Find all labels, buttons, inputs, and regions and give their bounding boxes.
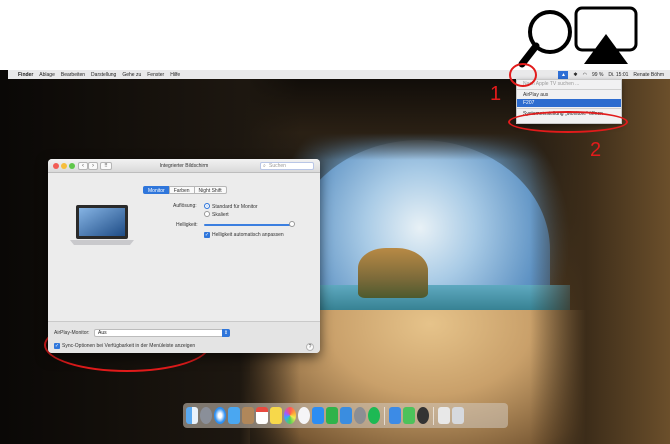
menu-bar-status: ▲ ✱ ◠ 99 % Di. 15:01 Renate Böhm [558, 70, 664, 79]
window-titlebar: ‹ › ⠿ Integrierter Bildschirm ⌕ Suchen [48, 159, 320, 173]
laptop-icon [70, 205, 134, 245]
auto-brightness-checkbox[interactable]: ✓ [204, 232, 210, 238]
sync-options-label[interactable]: Sync-Optionen bei Verfügbarkeit in der M… [62, 343, 195, 349]
menu-item-fenster[interactable]: Fenster [147, 72, 164, 78]
brightness-label: Helligkeit: [176, 222, 198, 228]
menu-separator [517, 108, 621, 109]
menu-item-darstellung[interactable]: Darstellung [91, 72, 116, 78]
tab-bar: Monitor Farben Night Shift [143, 186, 227, 194]
menu-item-gehe-zu[interactable]: Gehe zu [122, 72, 141, 78]
brightness-slider-track[interactable] [204, 224, 294, 226]
screenshot-stage: Finder Ablage Bearbeiten Darstellung Geh… [0, 0, 670, 444]
user-name[interactable]: Renate Böhm [633, 72, 664, 78]
wallpaper-rock [358, 248, 428, 298]
tab-farben[interactable]: Farben [168, 186, 195, 194]
facetime-icon[interactable] [403, 407, 415, 424]
trash-icon[interactable] [452, 407, 464, 424]
menu-item-ablage[interactable]: Ablage [39, 72, 55, 78]
chevron-updown-icon: ⇕ [222, 329, 230, 337]
help-button[interactable]: ? [306, 343, 314, 351]
resolution-scaled-label[interactable]: Skaliert [212, 212, 229, 218]
airplay-status-icon[interactable]: ▲ [558, 70, 569, 79]
music-icon[interactable] [298, 407, 310, 424]
resolution-default-label[interactable]: Standard für Monitor [212, 204, 258, 210]
brightness-slider-knob[interactable] [289, 221, 295, 227]
finder-icon[interactable] [186, 407, 198, 424]
sync-options-checkbox[interactable]: ✓ [54, 343, 60, 349]
airplay-menu-off-item[interactable]: AirPlay aus [517, 91, 621, 99]
airplay-monitor-value: Aus [98, 330, 107, 336]
battery-status[interactable]: 99 % [592, 72, 603, 78]
menu-item-bearbeiten[interactable]: Bearbeiten [61, 72, 85, 78]
app-store-icon[interactable] [312, 407, 324, 424]
search-input[interactable]: ⌕ Suchen [260, 162, 314, 170]
safari-icon[interactable] [214, 407, 226, 424]
menu-separator [517, 89, 621, 90]
spotify-icon[interactable] [368, 407, 380, 424]
dock [183, 403, 508, 428]
annotation-number-2: 2 [590, 139, 602, 161]
annotation-circle-2 [508, 111, 628, 133]
quicktime-icon[interactable] [417, 407, 429, 424]
displays-preferences-window: ‹ › ⠿ Integrierter Bildschirm ⌕ Suchen M… [48, 159, 320, 353]
photos-icon[interactable] [284, 407, 296, 424]
airplay-search-icon [518, 6, 638, 68]
airplay-monitor-label: AirPlay-Monitor: [54, 330, 90, 336]
dock-separator [433, 406, 434, 425]
airplay-monitor-select[interactable]: Aus ⇕ [94, 329, 230, 337]
tab-night-shift[interactable]: Night Shift [193, 186, 227, 194]
wifi-icon[interactable]: ◠ [583, 72, 587, 78]
airplay-menu-device-item[interactable]: F207 [517, 99, 621, 107]
clock[interactable]: Di. 15:01 [608, 72, 628, 78]
airplay-panel: AirPlay-Monitor: Aus ⇕ ✓ Sync-Optionen b… [48, 321, 320, 353]
resolution-scaled-radio[interactable] [204, 211, 210, 217]
numbers-icon[interactable] [326, 407, 338, 424]
auto-brightness-label[interactable]: Helligkeit automatisch anpassen [212, 232, 284, 238]
keynote-icon[interactable] [340, 407, 352, 424]
launchpad-icon[interactable] [200, 407, 212, 424]
menu-bar: Finder Ablage Bearbeiten Darstellung Geh… [8, 70, 670, 79]
tab-monitor[interactable]: Monitor [143, 186, 170, 194]
bluetooth-icon[interactable]: ✱ [573, 72, 577, 78]
notes-icon[interactable] [270, 407, 282, 424]
menu-item-hilfe[interactable]: Hilfe [170, 72, 180, 78]
dock-separator [384, 406, 385, 425]
preview-icon[interactable] [389, 407, 401, 424]
calendar-icon[interactable] [256, 407, 268, 424]
annotation-circle-1 [509, 63, 537, 87]
resolution-label: Auflösung: [173, 203, 197, 209]
mail-icon[interactable] [228, 407, 240, 424]
menu-app-name[interactable]: Finder [18, 72, 33, 78]
annotation-number-1: 1 [490, 83, 502, 105]
search-placeholder: Suchen [269, 163, 286, 169]
system-preferences-icon[interactable] [354, 407, 366, 424]
contacts-icon[interactable] [242, 407, 254, 424]
documents-folder-icon[interactable] [438, 407, 450, 424]
search-icon: ⌕ [263, 163, 266, 169]
resolution-default-radio[interactable] [204, 203, 210, 209]
